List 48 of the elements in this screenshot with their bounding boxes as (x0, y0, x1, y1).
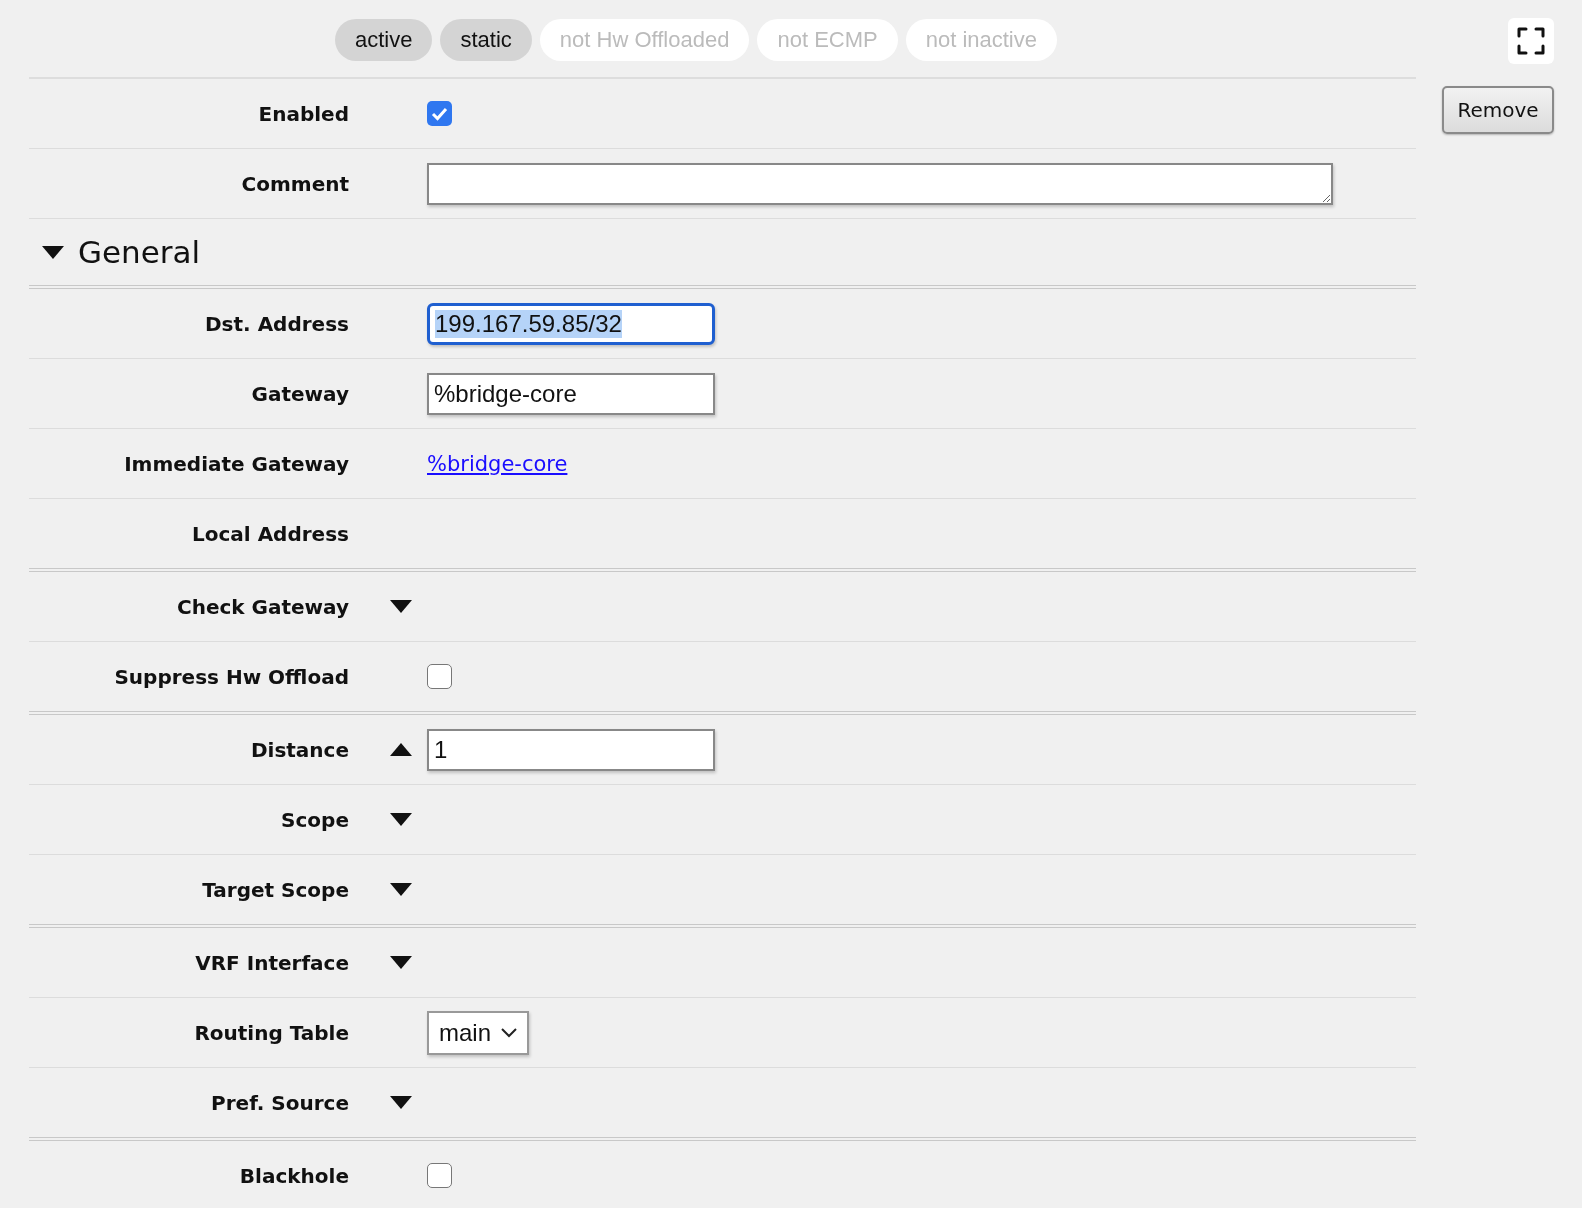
expand-arrow[interactable] (390, 1096, 412, 1109)
triangle-icon (390, 813, 412, 826)
field-label: Local Address (191, 521, 349, 546)
field-label: Gateway (250, 381, 349, 406)
field-label: VRF Interface (194, 950, 349, 975)
field-label: Routing Table (193, 1020, 349, 1045)
text-field[interactable]: 1 (427, 728, 715, 771)
field-label: Blackhole (238, 1163, 349, 1188)
expand-arrow[interactable] (390, 956, 412, 969)
checkbox[interactable] (427, 101, 452, 126)
field-label: Immediate Gateway (123, 451, 349, 476)
remove-button[interactable]: Remove (1442, 86, 1554, 134)
collapse-arrow[interactable] (390, 743, 412, 756)
checkmark-icon (431, 106, 448, 121)
gateway-link[interactable]: %bridge-core (427, 451, 568, 476)
field-label: Dst. Address (204, 311, 349, 336)
triangle-icon (42, 245, 64, 259)
chevron-down-icon (501, 1027, 518, 1038)
expand-arrow[interactable] (390, 600, 412, 613)
triangle-icon (390, 1096, 412, 1109)
text-field[interactable]: 199.167.59.85/32 (427, 302, 715, 345)
status-tag: static (440, 19, 532, 61)
triangle-icon (390, 883, 412, 896)
field-label: Target Scope (201, 877, 349, 902)
expand-arrow[interactable] (390, 813, 412, 826)
expand-arrow[interactable] (390, 883, 412, 896)
field-label: Suppress Hw Offload (113, 664, 349, 689)
status-tag: not inactive (905, 19, 1057, 61)
field-label: Scope (280, 807, 349, 832)
field-label: Check Gateway (175, 594, 349, 619)
status-tag: not Hw Offloaded (539, 19, 750, 61)
comment-field[interactable] (427, 162, 1333, 205)
field-label: Enabled (257, 101, 349, 126)
status-tag: not ECMP (757, 19, 898, 61)
triangle-icon (390, 743, 412, 756)
fullscreen-button[interactable] (1508, 18, 1554, 64)
checkbox[interactable] (427, 664, 452, 689)
section-header[interactable]: General (42, 234, 201, 270)
field-label: Distance (249, 737, 349, 762)
triangle-icon (390, 956, 412, 969)
field-label: Pref. Source (210, 1090, 349, 1115)
status-tag: active (335, 19, 433, 61)
routing-table-select[interactable]: main (427, 1010, 530, 1055)
checkbox[interactable] (427, 1163, 452, 1188)
text-field[interactable]: %bridge-core (427, 372, 715, 415)
fullscreen-icon (1517, 27, 1545, 55)
field-label: Comment (240, 171, 349, 196)
triangle-icon (390, 600, 412, 613)
